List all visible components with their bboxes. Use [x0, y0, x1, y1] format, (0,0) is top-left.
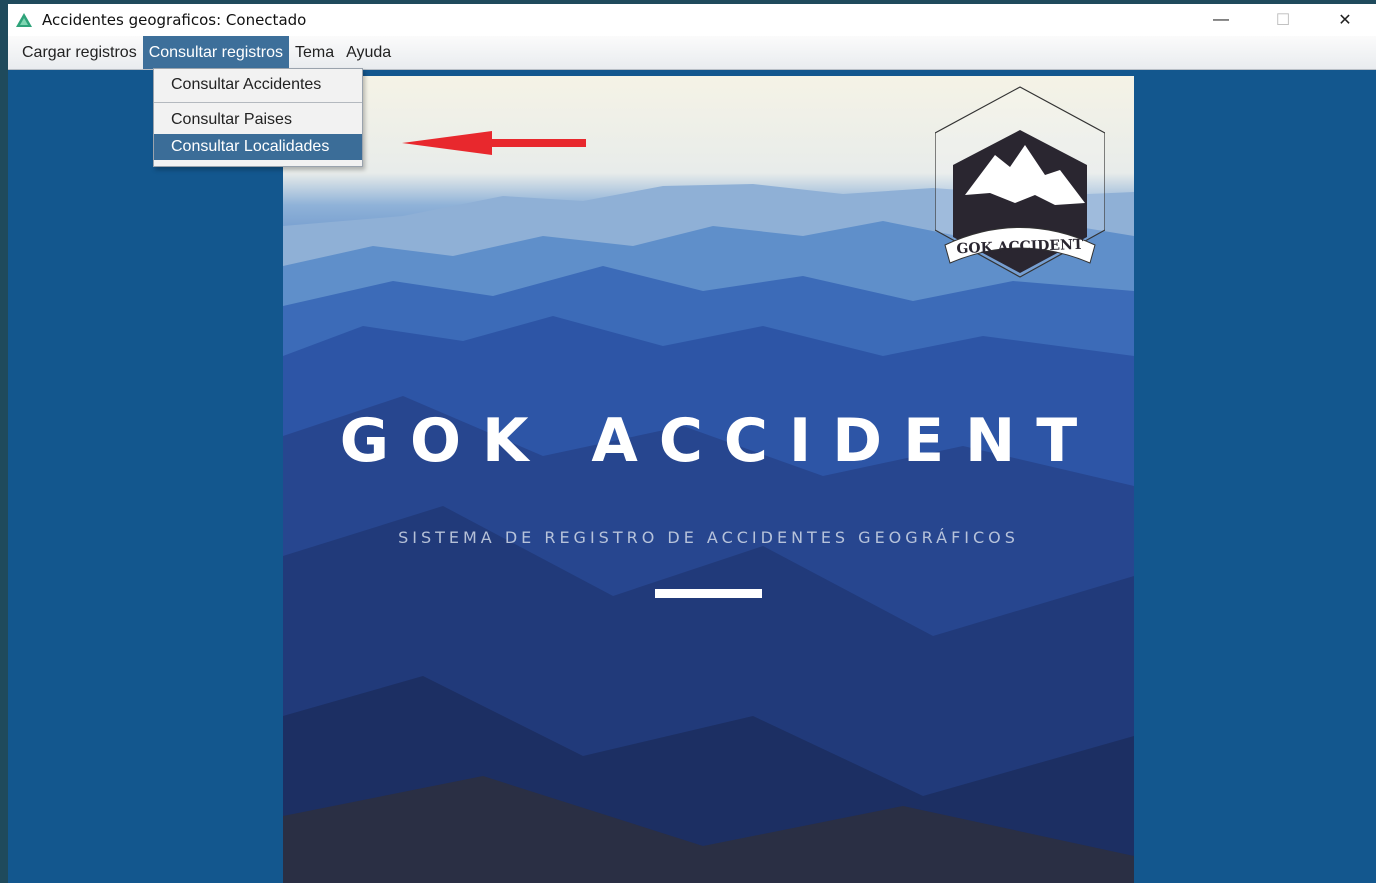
- menu-consultar-registros[interactable]: Consultar registros: [142, 36, 289, 69]
- window-controls: — ☐ ✕: [1190, 4, 1376, 36]
- app-window: Accidentes geograficos: Conectado — ☐ ✕ …: [8, 4, 1376, 883]
- menu-item-consultar-paises[interactable]: Consultar Paises: [154, 106, 362, 134]
- window-title: Accidentes geograficos: Conectado: [42, 11, 307, 29]
- background-poster: GOK ACCIDENT GOK ACCIDENT SISTEMA DE REG…: [283, 76, 1134, 883]
- close-button[interactable]: ✕: [1314, 4, 1376, 36]
- logo-badge: GOK ACCIDENT: [934, 85, 1106, 285]
- minimize-button[interactable]: —: [1190, 4, 1252, 36]
- menu-item-consultar-localidades[interactable]: Consultar Localidades: [154, 134, 362, 160]
- mountain-icon: [14, 10, 34, 30]
- hero-title: GOK ACCIDENT: [339, 406, 1099, 476]
- menu-tema[interactable]: Tema: [289, 36, 340, 69]
- menu-item-consultar-accidentes[interactable]: Consultar Accidentes: [154, 71, 362, 99]
- menu-bar: Cargar registros Consultar registros Tem…: [8, 36, 1376, 70]
- consultar-dropdown-menu: Consultar Accidentes Consultar Paises Co…: [153, 68, 363, 167]
- hero-subtitle: SISTEMA DE REGISTRO DE ACCIDENTES GEOGRÁ…: [398, 528, 1019, 547]
- maximize-button[interactable]: ☐: [1252, 4, 1314, 36]
- hero-divider: [655, 589, 762, 598]
- menu-cargar-registros[interactable]: Cargar registros: [16, 36, 143, 69]
- menu-ayuda[interactable]: Ayuda: [340, 36, 397, 69]
- menu-separator: [154, 102, 362, 103]
- title-bar[interactable]: Accidentes geograficos: Conectado — ☐ ✕: [8, 4, 1376, 36]
- red-arrow-icon: [402, 129, 588, 162]
